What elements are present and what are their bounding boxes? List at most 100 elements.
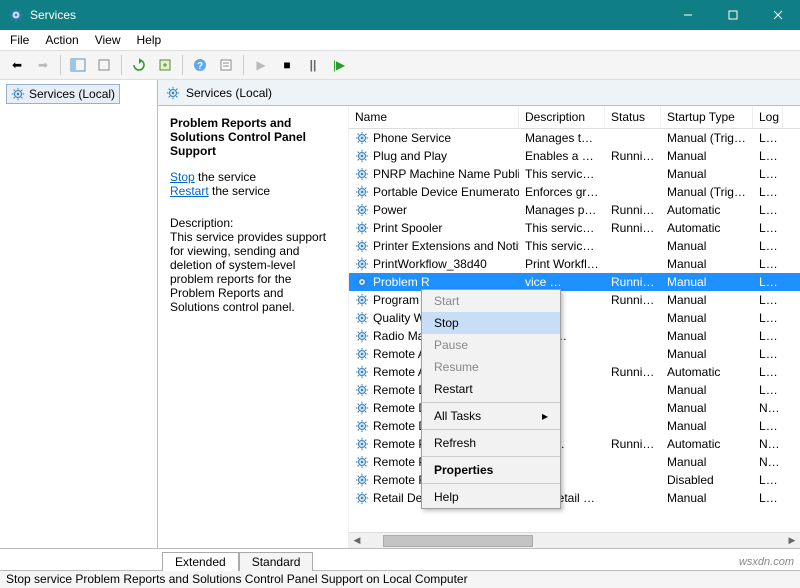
gear-icon xyxy=(355,167,369,181)
close-button[interactable] xyxy=(755,0,800,30)
table-row[interactable]: Phone ServiceManages th…Manual (Trig…Loc xyxy=(349,129,800,147)
export-button[interactable] xyxy=(154,54,176,76)
table-row[interactable]: PowerManages p…RunningAutomaticLoc xyxy=(349,201,800,219)
service-status: Running xyxy=(605,202,661,218)
service-name: PNRP Machine Name Publi… xyxy=(373,167,519,181)
tree-root[interactable]: Services (Local) xyxy=(6,84,120,104)
table-row[interactable]: Printer Extensions and Notif…This servic… xyxy=(349,237,800,255)
context-menu: StartStopPauseResumeRestartAll Tasks▸Ref… xyxy=(421,289,561,509)
menu-file[interactable]: File xyxy=(10,33,29,47)
context-menu-item[interactable]: Help xyxy=(422,486,560,508)
gear-icon xyxy=(355,275,369,289)
col-name[interactable]: Name xyxy=(349,106,519,128)
maximize-button[interactable] xyxy=(710,0,755,30)
gear-icon xyxy=(355,203,369,217)
service-logon: Loc xyxy=(753,274,783,290)
context-menu-item[interactable]: Stop xyxy=(422,312,560,334)
nav-back-button[interactable]: ⬅ xyxy=(6,54,28,76)
menu-bar: File Action View Help xyxy=(0,30,800,50)
service-logon: Loc xyxy=(753,220,783,236)
col-logon[interactable]: Log xyxy=(753,106,783,128)
selected-service-title: Problem Reports and Solutions Control Pa… xyxy=(170,116,336,158)
stop-link[interactable]: Stop xyxy=(170,170,195,184)
gear-icon xyxy=(11,87,25,101)
service-startup: Manual xyxy=(661,166,753,182)
service-startup: Automatic xyxy=(661,202,753,218)
tab-extended[interactable]: Extended xyxy=(162,552,239,571)
table-row[interactable]: Portable Device Enumerator…Enforces gr…M… xyxy=(349,183,800,201)
service-startup: Manual xyxy=(661,310,753,326)
help-button[interactable]: ? xyxy=(189,54,211,76)
service-status: Running xyxy=(605,364,661,380)
service-logon: Loc xyxy=(753,148,783,164)
service-startup: Disabled xyxy=(661,472,753,488)
pause-service-button[interactable]: || xyxy=(302,54,324,76)
app-icon xyxy=(8,7,24,23)
description-body: This service provides support for viewin… xyxy=(170,230,336,314)
gear-icon xyxy=(355,293,369,307)
service-name: Printer Extensions and Notif… xyxy=(373,239,519,253)
status-bar: Stop service Problem Reports and Solutio… xyxy=(0,570,800,588)
gear-icon xyxy=(355,239,369,253)
col-status[interactable]: Status xyxy=(605,106,661,128)
minimize-button[interactable] xyxy=(665,0,710,30)
table-row[interactable]: Remote Reote …DisabledLoc xyxy=(349,471,800,489)
horizontal-scrollbar[interactable]: ◀▶ xyxy=(349,532,800,548)
service-logon: Loc xyxy=(753,364,783,380)
stop-service-button[interactable]: ■ xyxy=(276,54,298,76)
table-row[interactable]: Remote PrCSS …RunningAutomaticNet xyxy=(349,435,800,453)
service-desc: This service… xyxy=(519,220,605,236)
console-tree: Services (Local) xyxy=(0,80,158,548)
table-row[interactable]: Remote Prows…ManualNet xyxy=(349,453,800,471)
service-status xyxy=(605,317,661,319)
show-hide-tree-button[interactable] xyxy=(67,54,89,76)
gear-icon xyxy=(355,383,369,397)
table-row[interactable]: Remote Aca co…ManualLoc xyxy=(349,345,800,363)
nav-forward-button[interactable]: ➡ xyxy=(32,54,54,76)
table-row[interactable]: Print SpoolerThis service…RunningAutomat… xyxy=(349,219,800,237)
table-row[interactable]: Quality WiWin…ManualLoc xyxy=(349,309,800,327)
table-row[interactable]: PNRP Machine Name Publi…This service …Ma… xyxy=(349,165,800,183)
service-desc: Print Workfl… xyxy=(519,256,605,272)
context-menu-item[interactable]: Properties xyxy=(422,459,560,481)
table-row[interactable]: Remote Deuser…ManualNet xyxy=(349,399,800,417)
refresh-button[interactable] xyxy=(128,54,150,76)
title-bar: Services xyxy=(0,0,800,30)
start-service-button[interactable]: ▶ xyxy=(250,54,272,76)
properties-button[interactable] xyxy=(215,54,237,76)
table-row[interactable]: Problem Rvice …RunningManualLoc xyxy=(349,273,800,291)
menu-action[interactable]: Action xyxy=(45,33,78,47)
menu-view[interactable]: View xyxy=(95,33,121,47)
menu-help[interactable]: Help xyxy=(137,33,162,47)
service-startup: Manual xyxy=(661,274,753,290)
table-row[interactable]: Retail Demo ServiceThe Retail D…ManualLo… xyxy=(349,489,800,507)
table-row[interactable]: PrintWorkflow_38d40Print Workfl…ManualLo… xyxy=(349,255,800,273)
context-menu-item[interactable]: Refresh xyxy=(422,432,560,454)
context-menu-item[interactable]: All Tasks▸ xyxy=(422,405,560,427)
gear-icon xyxy=(355,419,369,433)
service-status: Running xyxy=(605,220,661,236)
chevron-right-icon: ▸ xyxy=(542,409,548,423)
table-row[interactable]: Remote DeDes…ManualLoc xyxy=(349,381,800,399)
table-row[interactable]: Program Cvice …RunningManualLoc xyxy=(349,291,800,309)
description-pane: Problem Reports and Solutions Control Pa… xyxy=(158,106,348,548)
table-row[interactable]: Remote Aces di…RunningAutomaticLoc xyxy=(349,363,800,381)
col-startup[interactable]: Startup Type xyxy=(661,106,753,128)
col-description[interactable]: Description xyxy=(519,106,605,128)
gear-icon xyxy=(355,437,369,451)
restart-link[interactable]: Restart xyxy=(170,184,209,198)
restart-service-button[interactable]: |▶ xyxy=(328,54,350,76)
service-status xyxy=(605,389,661,391)
service-status xyxy=(605,407,661,409)
gear-icon xyxy=(355,473,369,487)
context-menu-item[interactable]: Restart xyxy=(422,378,560,400)
table-row[interactable]: Remote Dehe r…ManualLoc xyxy=(349,417,800,435)
gear-icon xyxy=(355,329,369,343)
export-list-button[interactable] xyxy=(93,54,115,76)
service-logon: Net xyxy=(753,400,783,416)
table-row[interactable]: Radio ManMana…ManualLoc xyxy=(349,327,800,345)
service-status: Running xyxy=(605,292,661,308)
tab-standard[interactable]: Standard xyxy=(239,552,314,571)
service-startup: Manual xyxy=(661,382,753,398)
table-row[interactable]: Plug and PlayEnables a c…RunningManualLo… xyxy=(349,147,800,165)
